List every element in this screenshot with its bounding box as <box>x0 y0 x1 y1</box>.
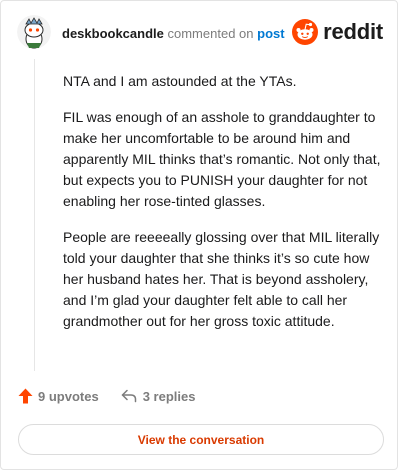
upvote-button[interactable]: 9 upvotes <box>18 388 99 404</box>
comment-meta: deskbookcandle commented on post <box>62 26 285 42</box>
username-link[interactable]: deskbookcandle <box>62 26 164 41</box>
action-text: commented on <box>167 26 254 41</box>
snoo-avatar-icon <box>17 15 51 49</box>
comment-actions: 9 upvotes 3 replies <box>18 388 195 404</box>
reddit-wordmark: reddit <box>323 19 383 44</box>
replies-button[interactable]: 3 replies <box>121 388 196 404</box>
post-link[interactable]: post <box>257 26 284 41</box>
user-avatar[interactable] <box>17 15 51 49</box>
comment-paragraph: FIL was enough of an asshole to granddau… <box>63 109 381 209</box>
view-conversation-button[interactable]: View the conversation <box>18 424 384 455</box>
comment-body: NTA and I am astounded at the YTAs. FIL … <box>63 71 388 347</box>
comment-paragraph: NTA and I am astounded at the YTAs. <box>63 73 297 89</box>
comment-embed-card: deskbookcandle commented on post reddit … <box>0 0 398 470</box>
reddit-snoo-icon <box>292 19 319 45</box>
comment-paragraph: People are reeeeally glossing over that … <box>63 229 380 329</box>
upvotes-count: 9 upvotes <box>38 388 99 404</box>
reply-arrow-icon <box>121 389 136 403</box>
upvote-arrow-icon <box>18 388 33 404</box>
thread-line <box>34 59 35 371</box>
reddit-logo[interactable]: reddit <box>292 19 383 45</box>
replies-count: 3 replies <box>142 388 196 404</box>
comment-header: deskbookcandle commented on post reddit <box>17 15 383 51</box>
